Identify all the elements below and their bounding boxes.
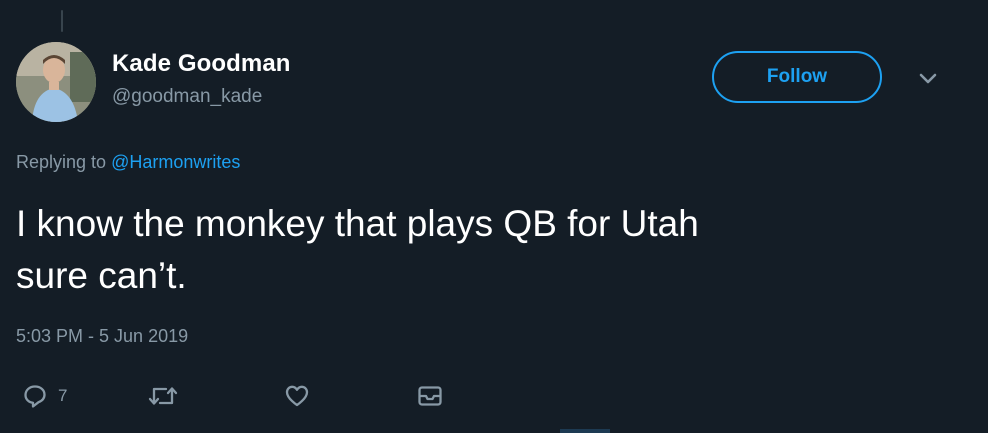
replying-to-label: Replying to <box>16 152 107 172</box>
chevron-down-icon[interactable] <box>914 68 942 90</box>
replying-to-mention-link[interactable]: @Harmonwrites <box>111 152 240 172</box>
tweet-card: Kade Goodman @goodman_kade Follow Replyi… <box>0 0 988 433</box>
like-button[interactable] <box>284 376 320 416</box>
thread-connector-line <box>61 10 63 32</box>
reply-count: 7 <box>58 386 68 405</box>
avatar[interactable] <box>16 42 96 122</box>
tweet-timestamp[interactable]: 5:03 PM - 5 Jun 2019 <box>16 326 188 347</box>
retweet-icon <box>148 383 178 409</box>
reply-button[interactable]: 7 <box>22 376 67 416</box>
scroll-indicator <box>560 429 610 433</box>
tweet-text-line-2: sure can’t. <box>16 255 187 296</box>
reply-icon <box>22 383 48 409</box>
follow-button[interactable]: Follow <box>712 51 882 103</box>
tweet-text: I know the monkey that plays QB for Utah… <box>16 198 916 302</box>
direct-message-button[interactable] <box>416 376 444 416</box>
like-icon <box>284 383 310 409</box>
tweet-text-line-1: I know the monkey that plays QB for Utah <box>16 203 699 244</box>
author-name[interactable]: Kade Goodman <box>112 50 291 78</box>
retweet-button[interactable] <box>148 376 188 416</box>
tweet-actions-bar: 7 <box>0 376 988 416</box>
replying-to-line: Replying to @Harmonwrites <box>16 152 240 173</box>
author-handle[interactable]: @goodman_kade <box>112 86 262 108</box>
message-icon <box>416 383 444 409</box>
